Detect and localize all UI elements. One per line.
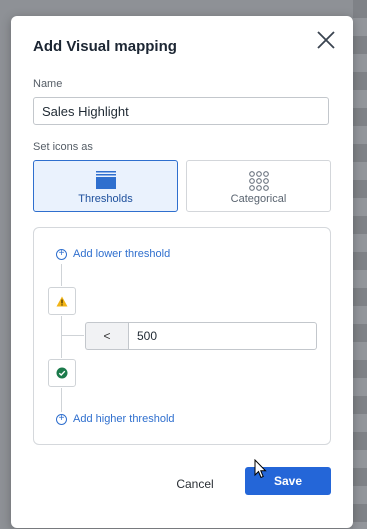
close-icon (317, 31, 335, 49)
thresholds-option[interactable]: Thresholds (33, 160, 178, 212)
connector-branch (62, 335, 84, 336)
icons-label: Set icons as (33, 141, 93, 153)
add-lower-threshold-label: Add lower threshold (73, 248, 171, 260)
check-circle-icon (56, 367, 68, 379)
mouse-pointer-icon (254, 458, 267, 484)
connector-line (61, 264, 62, 286)
add-higher-threshold-link[interactable]: + Add higher threshold (56, 412, 175, 426)
add-circle-icon: + (56, 413, 67, 425)
name-label: Name (33, 78, 63, 90)
visual-mapping-dialog: Add Visual mapping Name Set icons as Thr… (11, 16, 353, 528)
categorical-option-label: Categorical (230, 193, 287, 205)
threshold-value-input[interactable] (128, 322, 317, 350)
name-input[interactable] (33, 97, 329, 125)
connector-line (61, 388, 62, 412)
add-higher-threshold-label: Add higher threshold (73, 413, 175, 425)
add-lower-threshold-link[interactable]: + Add lower threshold (56, 247, 170, 261)
connector-line (61, 316, 62, 358)
dialog-title: Add Visual mapping (33, 38, 177, 55)
thresholds-icon (95, 171, 116, 194)
upper-status-icon-picker[interactable] (48, 287, 76, 315)
warning-icon (56, 296, 68, 306)
cancel-button[interactable]: Cancel (158, 471, 232, 497)
thresholds-panel: + Add lower threshold < + Add higher thr… (33, 227, 331, 445)
lower-status-icon-picker[interactable] (48, 359, 76, 387)
add-circle-icon: + (56, 248, 67, 260)
background-overlay (353, 0, 367, 529)
thresholds-option-label: Thresholds (78, 193, 133, 205)
close-button[interactable] (314, 28, 338, 52)
threshold-operator[interactable]: < (85, 322, 128, 350)
categorical-option[interactable]: Categorical (186, 160, 331, 212)
